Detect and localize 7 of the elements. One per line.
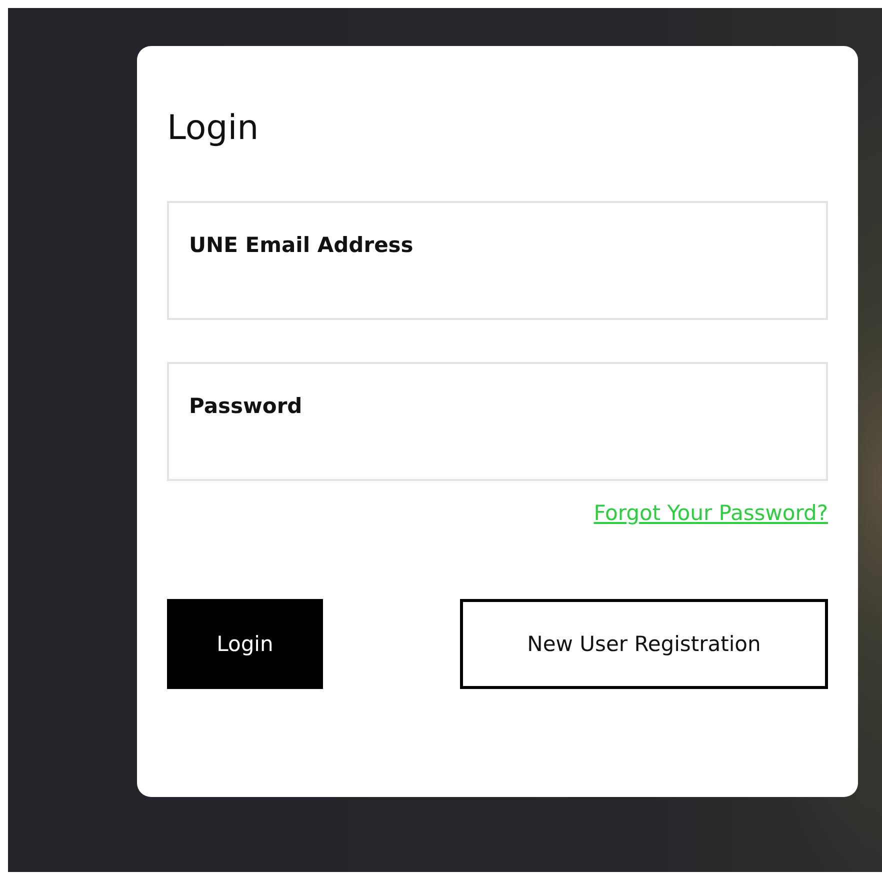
login-button[interactable]: Login [167,598,323,689]
login-title: Login [167,108,260,149]
input-field[interactable]: UNE Email Address [167,200,828,320]
register-button[interactable]: New User Registration [460,598,828,689]
field-label: UNE Email Address [189,232,414,257]
field-label: Password [189,394,304,418]
input-field[interactable]: Password [167,362,828,481]
